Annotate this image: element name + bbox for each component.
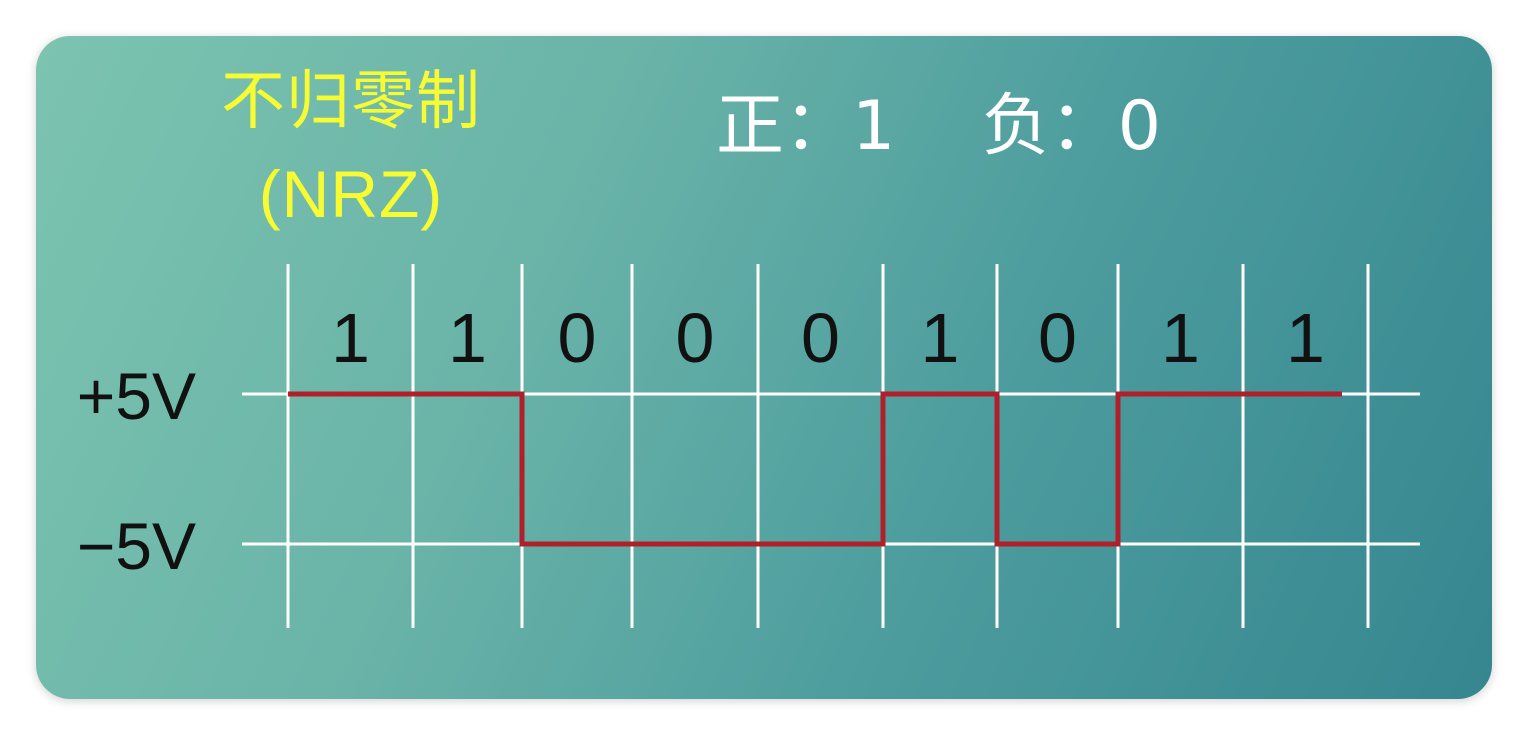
labels: +5V −5V <box>77 359 196 583</box>
bit-label: 0 <box>801 299 840 377</box>
diagram-card: 不归零制 (NRZ) 正：1 负：0 +5V −5V 110001011 <box>36 36 1492 699</box>
bit-label: 1 <box>448 299 487 377</box>
bit-label: 1 <box>1161 299 1200 377</box>
level-low-label: −5V <box>77 509 196 583</box>
bit-label: 1 <box>331 299 370 377</box>
bit-labels: 110001011 <box>331 299 1325 377</box>
bit-label: 1 <box>1286 299 1325 377</box>
bit-label: 0 <box>676 299 715 377</box>
level-high-label: +5V <box>77 359 196 433</box>
nrz-signal-line <box>288 391 1342 547</box>
bit-label: 1 <box>921 299 960 377</box>
bit-label: 0 <box>1038 299 1077 377</box>
bit-label: 0 <box>558 299 597 377</box>
nrz-waveform-diagram: +5V −5V 110001011 <box>77 264 1420 628</box>
